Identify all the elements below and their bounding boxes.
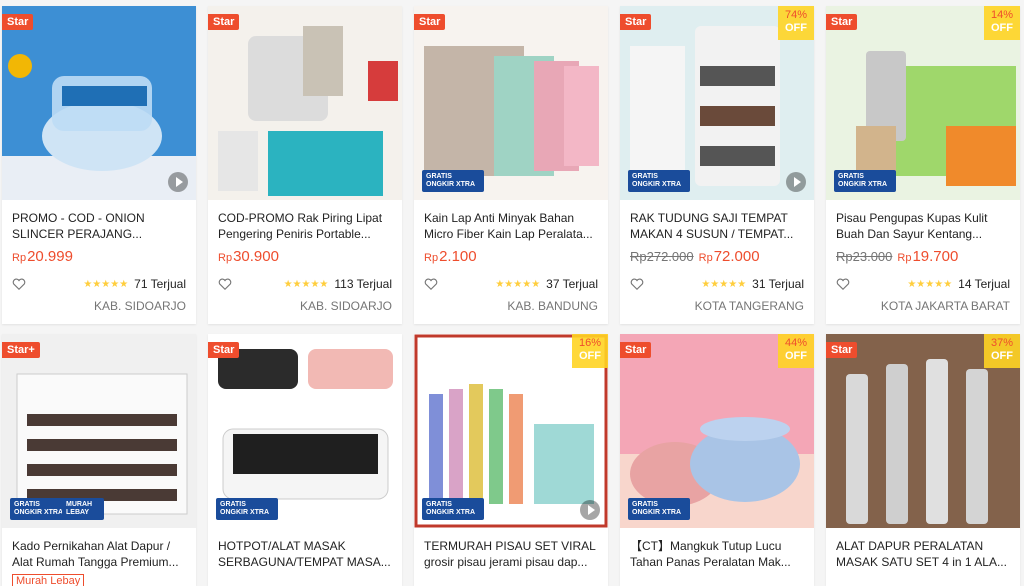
product-price: Rp2.100 (424, 248, 477, 265)
discount-badge: 16% OFF (572, 334, 608, 368)
product-price: Rp20.999 (12, 248, 73, 265)
product-card-4[interactable]: Star 74% OFF GRATIS ONGKIR XTRA RAK TUDUNG… (620, 6, 814, 324)
sold-count: 71 Terjual (134, 277, 186, 291)
rating: ★★★★★ 71 Terjual (83, 277, 186, 291)
product-card-10[interactable]: Star 37% OFF ALAT DAPUR PERALATAN MASAK S… (826, 334, 1020, 586)
product-card-2[interactable]: Star COD-PROMO Rak Piring Lipat Pengerin… (208, 6, 402, 324)
star-badge: Star (826, 14, 858, 30)
meta-row: ★★★★★ 31 Terjual (630, 277, 804, 291)
heart-icon[interactable] (630, 277, 644, 291)
product-card-7[interactable]: Star GRATIS ONGKIR XTRA HOTPOT/ALAT MASAK… (208, 334, 402, 586)
product-price: Rp30.900 (218, 248, 279, 265)
star-badge: Star (826, 342, 858, 358)
product-image[interactable]: 16% OFF GRATIS ONGKIR XTRA (414, 334, 608, 528)
rating-stars: ★★★★★ (907, 278, 953, 290)
meta-row: ★★★★★ 113 Terjual (218, 277, 392, 291)
discount-badge: 44% OFF (778, 334, 814, 368)
product-card-6[interactable]: Star+ GRATIS ONGKIR XTRA MURAH LEBAY Kado … (2, 334, 196, 586)
product-price: Rp19.700 (897, 248, 959, 265)
heart-icon[interactable] (12, 277, 26, 291)
original-price: Rp272.000 (630, 249, 694, 264)
gratis-ongkir-badge: GRATIS ONGKIR XTRA (628, 170, 690, 192)
star-badge: Star (414, 14, 446, 30)
product-photo (2, 6, 196, 200)
price-row: Rp20.999 (12, 248, 186, 268)
product-title[interactable]: COD-PROMO Rak Piring Lipat Pengering Pen… (218, 210, 392, 242)
product-title[interactable]: Pisau Pengupas Kupas Kulit Buah Dan Sayu… (836, 210, 1010, 242)
star-badge: Star (2, 14, 34, 30)
product-title[interactable]: 【CT】Mangkuk Tutup Lucu Tahan Panas Peral… (630, 538, 804, 570)
gratis-ongkir-badge: GRATIS ONGKIR XTRA (422, 170, 484, 192)
star-badge: Star (208, 342, 240, 358)
rating: ★★★★★ 37 Terjual (495, 277, 598, 291)
product-title[interactable]: TERMURAH PISAU SET VIRAL grosir pisau je… (424, 538, 598, 570)
price-row: Rp23.000 Rp19.700 (836, 248, 1010, 268)
product-image[interactable]: Star 14% OFF GRATIS ONGKIR XTRA (826, 6, 1020, 200)
star-badge: Star (620, 342, 652, 358)
discount-badge: 37% OFF (984, 334, 1020, 368)
product-image[interactable]: Star (208, 6, 402, 200)
play-video-icon[interactable] (786, 172, 806, 192)
product-image[interactable]: Star+ GRATIS ONGKIR XTRA MURAH LEBAY (2, 334, 196, 528)
original-price: Rp23.000 (836, 249, 893, 264)
product-photo (208, 6, 402, 200)
sold-count: 14 Terjual (958, 277, 1010, 291)
seller-location: KAB. SIDOARJO (299, 299, 392, 313)
discount-badge: 14% OFF (984, 6, 1020, 40)
gratis-ongkir-badge: GRATIS ONGKIR XTRA (834, 170, 896, 192)
meta-row: ★★★★★ 37 Terjual (424, 277, 598, 291)
heart-icon[interactable] (836, 277, 850, 291)
product-image[interactable]: Star 74% OFF GRATIS ONGKIR XTRA (620, 6, 814, 200)
murah-lebay-tag: Murah Lebay (12, 574, 85, 586)
product-card-3[interactable]: Star GRATIS ONGKIR XTRA Kain Lap Anti Min… (414, 6, 608, 324)
rating-stars: ★★★★★ (701, 278, 747, 290)
meta-row: ★★★★★ 71 Terjual (12, 277, 186, 291)
rating: ★★★★★ 14 Terjual (907, 277, 1010, 291)
star-badge: Star (208, 14, 240, 30)
product-price: Rp72.000 (698, 248, 760, 265)
sold-count: 31 Terjual (752, 277, 804, 291)
product-card-5[interactable]: Star 14% OFF GRATIS ONGKIR XTRA Pisau Peng… (826, 6, 1020, 324)
price-row: Rp2.100 (424, 248, 598, 268)
rating: ★★★★★ 113 Terjual (284, 277, 392, 291)
product-image[interactable]: Star GRATIS ONGKIR XTRA (414, 6, 608, 200)
discount-badge: 74% OFF (778, 6, 814, 40)
meta-row: ★★★★★ 14 Terjual (836, 277, 1010, 291)
price-row: Rp272.000 Rp72.000 (630, 248, 804, 268)
product-title[interactable]: PROMO - COD - ONION SLINCER PERAJANG... (12, 210, 186, 242)
product-title[interactable]: ALAT DAPUR PERALATAN MASAK SATU SET 4 in… (836, 538, 1010, 570)
product-title[interactable]: Kado Pernikahan Alat Dapur / Alat Rumah … (12, 538, 186, 570)
product-image[interactable]: Star 37% OFF (826, 334, 1020, 528)
gratis-ongkir-badge: GRATIS ONGKIR XTRA (628, 498, 690, 520)
product-image[interactable]: Star (2, 6, 196, 200)
product-card-9[interactable]: Star 44% OFF GRATIS ONGKIR XTRA 【CT】Mangku… (620, 334, 814, 586)
play-video-icon[interactable] (580, 500, 600, 520)
murah-lebay-badge: MURAH LEBAY (62, 498, 104, 520)
rating-stars: ★★★★★ (283, 278, 329, 290)
play-video-icon[interactable] (168, 172, 188, 192)
product-title[interactable]: HOTPOT/ALAT MASAK SERBAGUNA/TEMPAT MASA.… (218, 538, 392, 570)
seller-location: KAB. SIDOARJO (93, 299, 186, 313)
product-card-8[interactable]: 16% OFF GRATIS ONGKIR XTRA TERMURAH PISAU … (414, 334, 608, 586)
product-title[interactable]: Kain Lap Anti Minyak Bahan Micro Fiber K… (424, 210, 598, 242)
sold-count: 37 Terjual (546, 277, 598, 291)
product-title[interactable]: RAK TUDUNG SAJI TEMPAT MAKAN 4 SUSUN / T… (630, 210, 804, 242)
product-card-1[interactable]: Star PROMO - COD - ONION SLINCER PERAJAN… (2, 6, 196, 324)
gratis-ongkir-badge: GRATIS ONGKIR XTRA (216, 498, 278, 520)
star-badge: Star (620, 14, 652, 30)
product-image[interactable]: Star 44% OFF GRATIS ONGKIR XTRA (620, 334, 814, 528)
heart-icon[interactable] (424, 277, 438, 291)
seller-location: KOTA TANGERANG (694, 299, 804, 313)
product-image[interactable]: Star GRATIS ONGKIR XTRA (208, 334, 402, 528)
seller-location: KOTA JAKARTA BARAT (880, 299, 1010, 313)
gratis-ongkir-badge: GRATIS ONGKIR XTRA (422, 498, 484, 520)
star-plus-badge: Star+ (2, 342, 40, 358)
seller-location: KAB. BANDUNG (507, 299, 598, 313)
sold-count: 113 Terjual (334, 277, 392, 291)
rating-stars: ★★★★★ (83, 278, 129, 290)
heart-icon[interactable] (218, 277, 232, 291)
rating: ★★★★★ 31 Terjual (701, 277, 804, 291)
price-row: Rp30.900 (218, 248, 392, 268)
rating-stars: ★★★★★ (495, 278, 541, 290)
